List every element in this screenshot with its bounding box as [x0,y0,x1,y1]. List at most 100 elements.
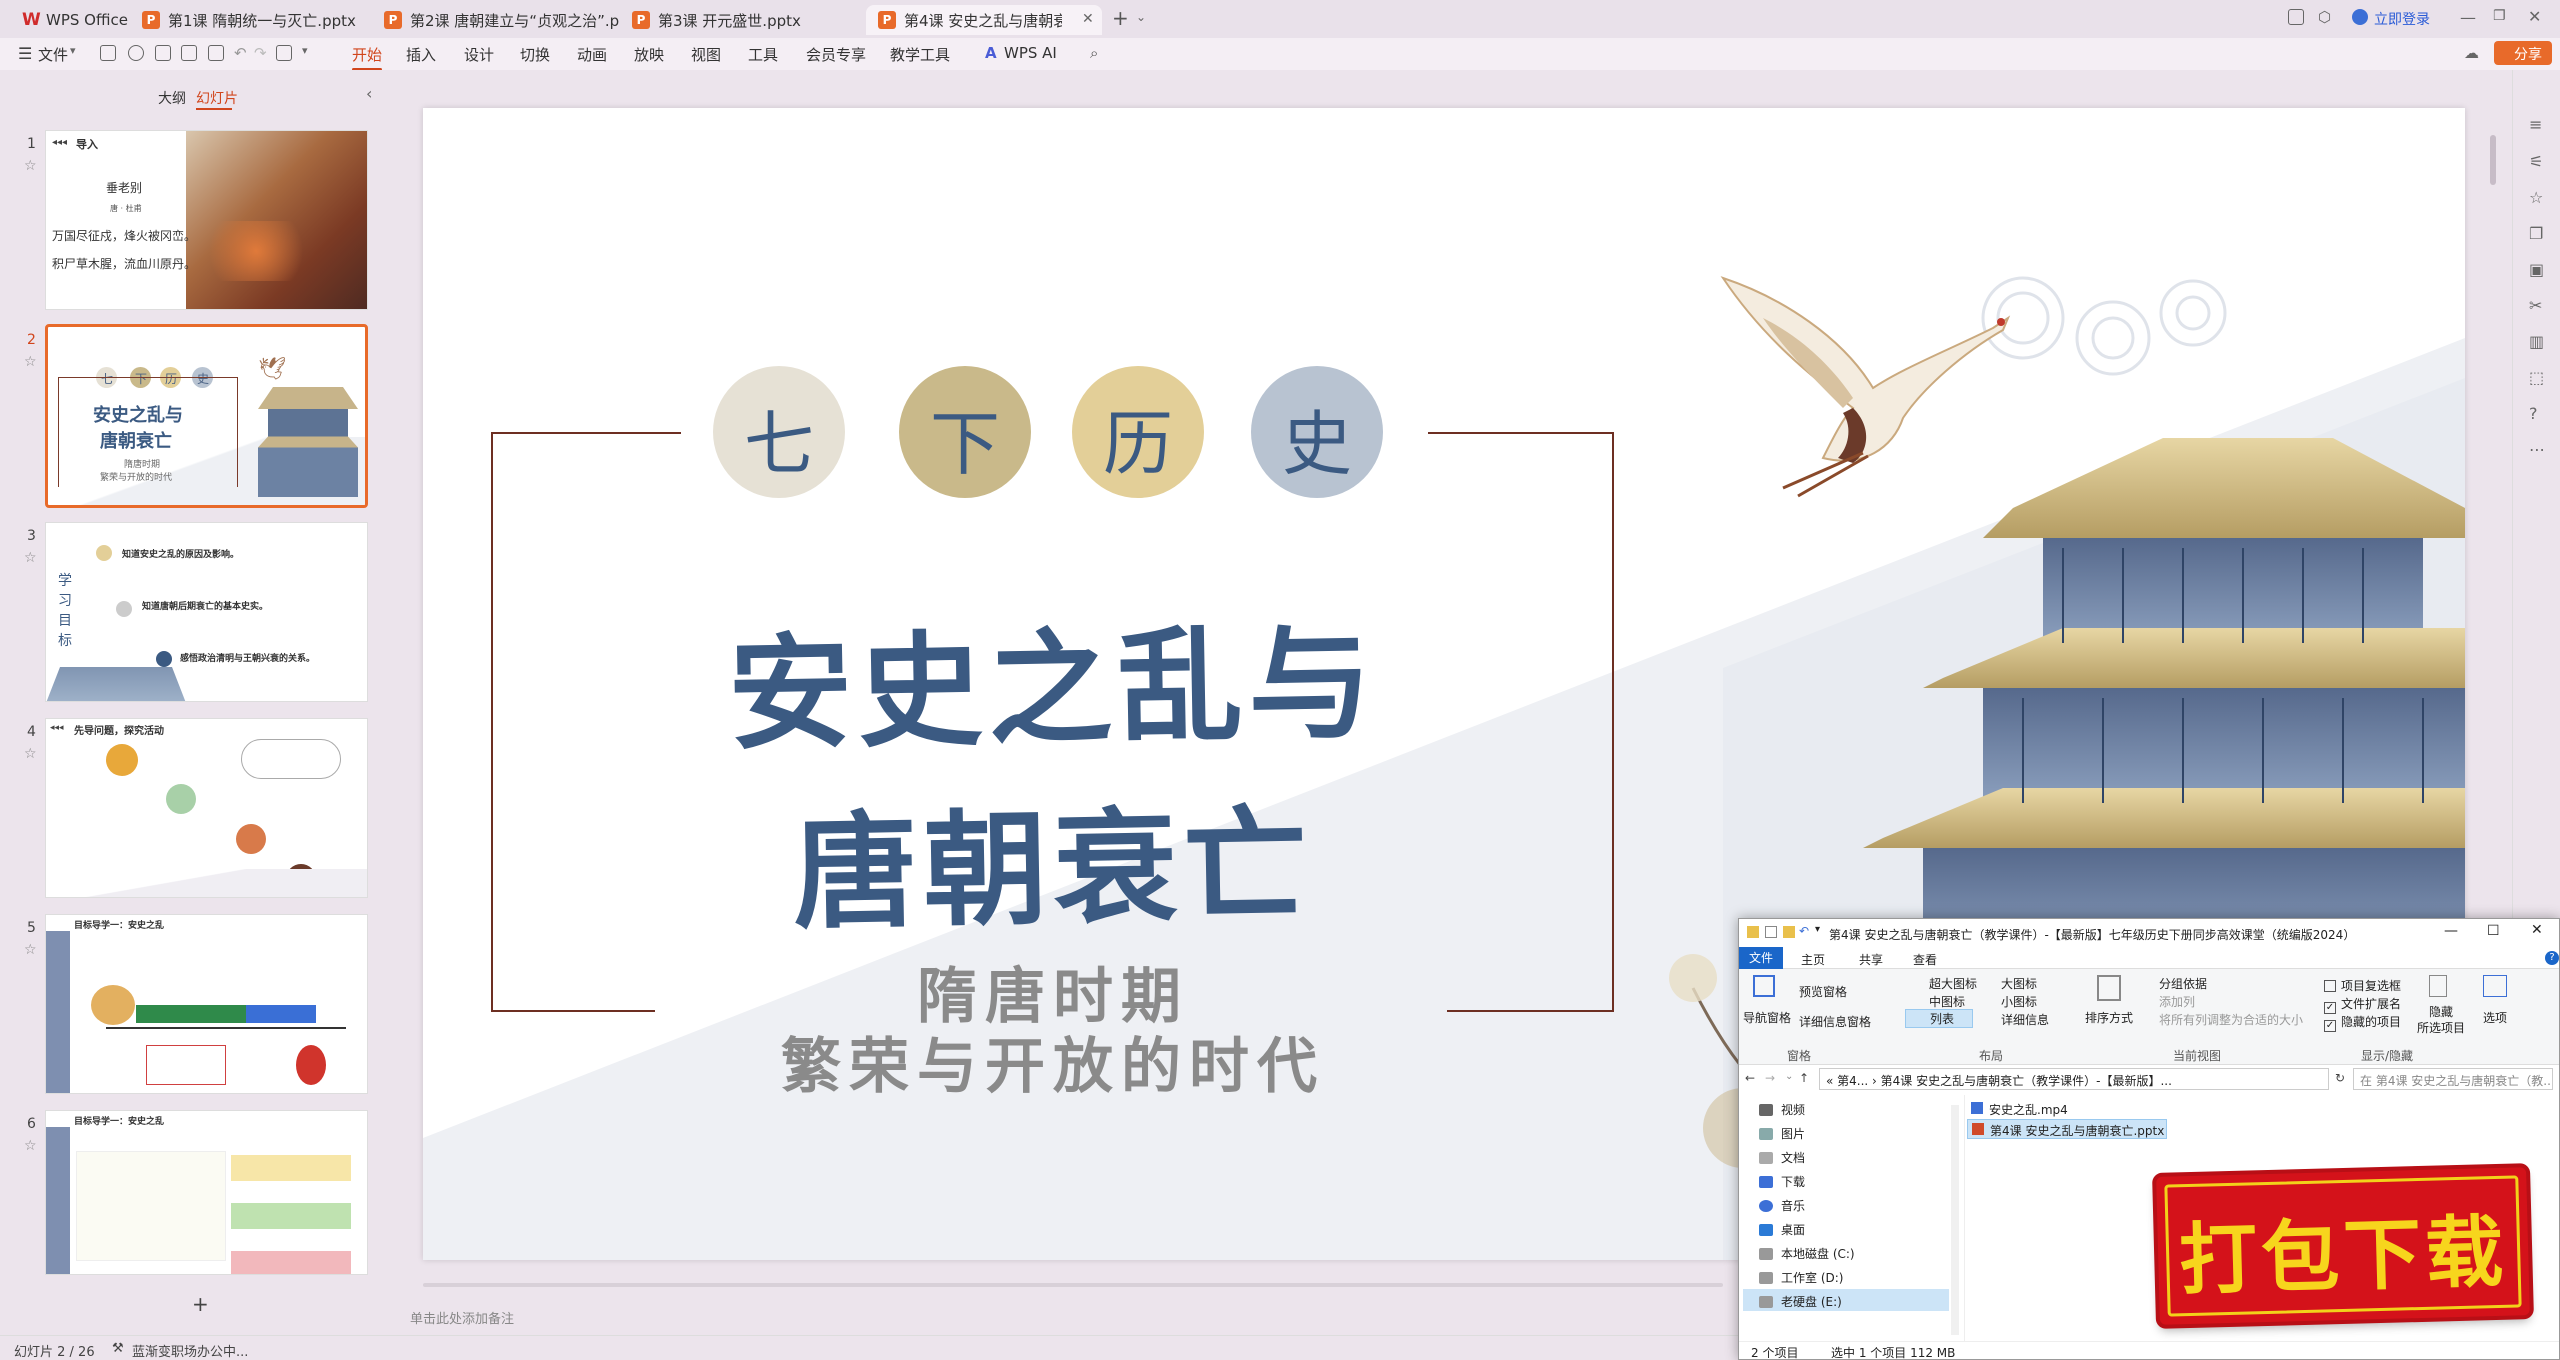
ribbon-tab-file[interactable]: 文件 [1739,947,1783,969]
nav-drive-e[interactable]: 老硬盘 (E:) [1759,1293,1842,1310]
collapse-pane-icon[interactable]: ‹ [366,84,372,103]
star-icon[interactable]: ☆ [24,1138,37,1154]
chevron-down-icon[interactable]: ⌄ [1136,10,1146,24]
slide-thumbnail-4[interactable]: ◂◂◂ 先导问题，探究活动 [45,718,368,898]
slide-subtitle-line2[interactable]: 繁荣与开放的时代 [603,1018,1503,1105]
window-layout-icon[interactable] [2288,9,2304,25]
tab-design[interactable]: 设计 [464,44,494,65]
tab-slides[interactable]: 幻灯片 [196,88,238,108]
star-icon[interactable]: ☆ [24,158,37,174]
print-icon[interactable] [155,45,171,61]
format-painter-icon[interactable] [208,45,224,61]
share-button[interactable]: 分享 [2494,41,2552,65]
new-tab-icon[interactable]: + [1112,6,1129,30]
tab-member[interactable]: 会员专享 [806,44,866,65]
options-button[interactable]: 选项 [2483,1009,2507,1026]
fit-columns-button[interactable]: 将所有列调整为合适的大小 [2159,1011,2303,1028]
search-icon[interactable]: ⌕ [1090,44,1098,62]
layout-small[interactable]: 小图标 [2001,993,2037,1010]
slide-thumbnail-2[interactable]: 🕊 七 下 历 史 安史之乱与 唐朝衰亡 隋唐时期 繁荣与开放的时代 [45,324,368,508]
layout-details[interactable]: 详细信息 [2001,1011,2049,1028]
book-icon[interactable]: ▥ [2529,332,2544,351]
notes-placeholder[interactable]: 单击此处添加备注 [410,1308,514,1327]
nav-drive-d[interactable]: 工作室 (D:) [1759,1269,1843,1286]
login-link[interactable]: 立即登录 [2374,9,2430,29]
add-column-button[interactable]: 添加列 [2159,993,2195,1010]
nav-pictures[interactable]: 图片 [1759,1125,1805,1142]
address-bar[interactable]: « 第4... › 第4课 安史之乱与唐朝衰亡（教学课件）-【最新版】... [1819,1068,2329,1090]
more-icon[interactable]: ⋯ [2529,440,2545,459]
slide-thumbnail-1[interactable]: ◂◂◂ 导入 垂老别 唐 · 杜甫 万国尽征戍，烽火被冈峦。 积尸草木腥，流血川… [45,130,368,310]
download-stamp[interactable]: 打包下载 [2156,1167,2530,1325]
horizontal-scrollbar[interactable] [423,1283,1723,1287]
layout-list[interactable]: 列表 [1905,1009,1974,1028]
menu-icon[interactable]: ☰ [18,44,32,63]
tab-teaching-tools[interactable]: 教学工具 [890,44,950,65]
new-folder-icon[interactable] [1783,926,1795,938]
help-icon[interactable]: ? [2545,951,2559,965]
layout-large[interactable]: 大图标 [2001,975,2037,992]
star-icon[interactable]: ☆ [24,354,37,370]
star-icon[interactable]: ☆ [24,942,37,958]
nav-documents[interactable]: 文档 [1759,1149,1805,1166]
nav-videos[interactable]: 视频 [1759,1101,1805,1118]
more-tools-icon[interactable] [276,45,292,61]
cloud-sync-icon[interactable]: ☁ [2464,44,2479,62]
slide-thumbnail-5[interactable]: 目标导学一：安史之乱 [45,914,368,1094]
file-item-selected[interactable]: 第4课 安史之乱与唐朝衰亡.pptx [1967,1119,2167,1139]
tab-home[interactable]: 开始 [352,44,383,71]
nav-scrollbar[interactable] [1951,1105,1959,1335]
restore-icon[interactable]: ❐ [2493,8,2506,24]
gift-icon[interactable]: ⬚ [2529,368,2544,387]
tab-lesson-4[interactable]: P 第4课 安史之乱与唐朝衰亡.pptx [866,5,1102,35]
add-slide-button[interactable]: + [192,1292,209,1316]
cube-icon[interactable]: ⬡ [2318,8,2331,26]
nav-desktop[interactable]: 桌面 [1759,1221,1805,1238]
slide-title-line2[interactable]: 唐朝衰亡 [601,760,1504,956]
close-icon[interactable]: ✕ [2531,922,2543,938]
copy-icon[interactable]: ❐ [2529,224,2543,243]
refresh-icon[interactable]: ↻ [2335,1071,2345,1085]
hide-button[interactable]: 隐藏 [2429,1003,2453,1020]
tab-slideshow[interactable]: 放映 [634,44,664,65]
tab-outline[interactable]: 大纲 [158,88,186,108]
slide-thumbnail-3[interactable]: 学习目标 知道安史之乱的原因及影响。 知道唐朝后期衰亡的基本史实。 感悟政治清明… [45,522,368,702]
star-icon[interactable]: ☆ [24,746,37,762]
nav-music[interactable]: 音乐 [1759,1197,1805,1214]
nav-downloads[interactable]: 下载 [1759,1173,1805,1190]
slide-thumbnail-6[interactable]: 目标导学一：安史之乱 [45,1110,368,1275]
up-icon[interactable]: ↑ [1799,1071,1809,1085]
ribbon-tab-home[interactable]: 主页 [1801,951,1825,968]
tab-lesson-3[interactable]: P 第3课 开元盛世.pptx [620,5,860,35]
search-doc-icon[interactable] [128,45,144,61]
group-by-button[interactable]: 分组依据 [2159,975,2207,992]
save-icon[interactable] [100,45,116,61]
forward-icon[interactable]: → [1765,1071,1775,1085]
close-window-icon[interactable]: ✕ [2528,7,2541,26]
ribbon-tab-share[interactable]: 共享 [1859,951,1883,968]
star-icon[interactable]: ☆ [2529,188,2543,207]
chevron-down-icon[interactable]: ⌄ [1785,1071,1793,1082]
properties-icon[interactable]: ≡ [2529,115,2542,134]
preview-pane-button[interactable]: 预览窗格 [1799,983,1847,1000]
close-tab-icon[interactable]: ✕ [1082,11,1094,27]
image-icon[interactable]: ▣ [2529,260,2544,279]
extension-toggle[interactable]: ✓ 文件扩展名 [2324,995,2401,1014]
file-menu[interactable]: 文件 [38,44,68,65]
tab-insert[interactable]: 插入 [406,44,436,65]
tab-transition[interactable]: 切换 [520,44,550,65]
tab-tools[interactable]: 工具 [748,44,778,65]
chevron-down-icon[interactable]: ▾ [1815,924,1820,935]
nav-drive-c[interactable]: 本地磁盘 (C:) [1759,1245,1855,1262]
redo-icon[interactable]: ↷ [254,44,267,62]
details-pane-button[interactable]: 详细信息窗格 [1799,1013,1871,1030]
adjust-icon[interactable]: ⚟ [2529,152,2543,171]
chevron-down-icon[interactable]: ▾ [302,44,308,57]
tab-view[interactable]: 视图 [691,44,721,65]
hidden-items-toggle[interactable]: ✓ 隐藏的项目 [2324,1013,2401,1032]
tab-lesson-1[interactable]: P 第1课 隋朝统一与灭亡.pptx [130,5,370,35]
layout-medium[interactable]: 中图标 [1929,993,1965,1010]
tab-animation[interactable]: 动画 [577,44,607,65]
checkbox[interactable] [2324,980,2336,992]
tools-icon[interactable]: ✂ [2529,296,2542,315]
